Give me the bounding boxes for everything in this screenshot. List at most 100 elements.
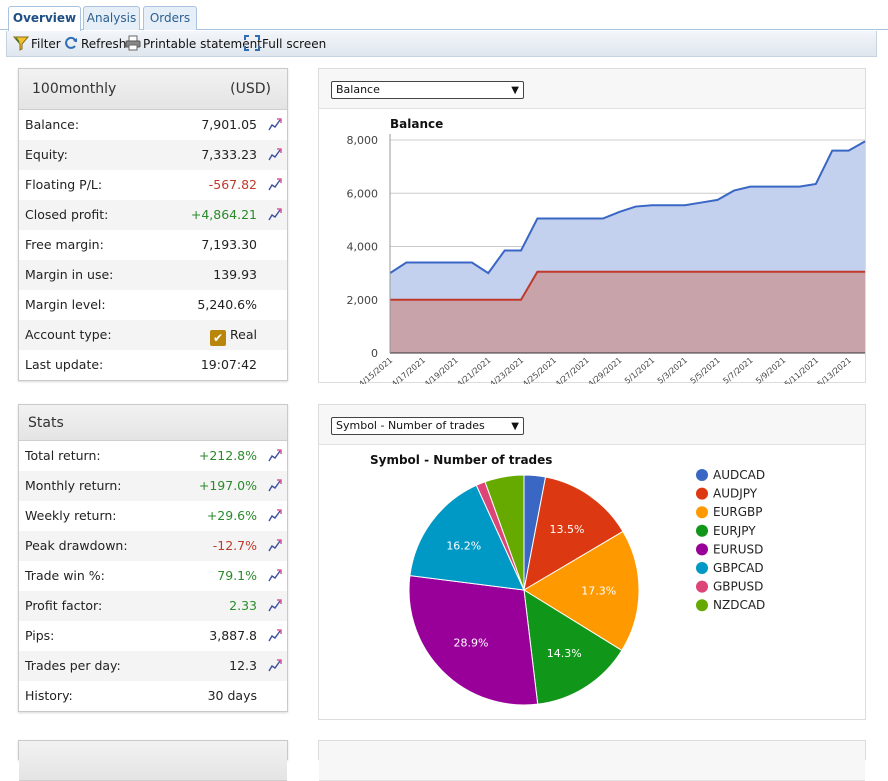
chart-icon[interactable] (268, 118, 282, 132)
checkbox-checked-icon: ✔ (210, 330, 227, 346)
stat-value: 139.93 (213, 267, 257, 282)
legend-label: EURUSD (713, 542, 763, 556)
chart-icon[interactable] (268, 539, 282, 553)
x-tick-label: 4/29/2021 (586, 356, 623, 384)
stat-value: 7,193.30 (201, 237, 257, 252)
stat-value: 7,901.05 (201, 117, 257, 132)
chart-icon[interactable] (268, 569, 282, 583)
chart-icon[interactable] (268, 599, 282, 613)
legend-swatch (696, 524, 708, 537)
chart-icon[interactable] (268, 509, 282, 523)
x-tick-label: 4/27/2021 (554, 356, 591, 384)
stat-value-text: Real (230, 327, 257, 342)
refresh-button[interactable]: Refresh (63, 35, 126, 53)
balance-chart-select[interactable]: Balance ▼ (331, 81, 524, 99)
stat-row: Trade win %: 79.1% (19, 561, 287, 591)
symbol-chart-select[interactable]: Symbol - Number of trades ▼ (331, 417, 524, 435)
stat-label: Margin level: (25, 297, 106, 312)
pie-data-label: 13.5% (550, 523, 585, 536)
stat-label: Monthly return: (25, 478, 122, 493)
stat-label: Weekly return: (25, 508, 117, 523)
symbol-chart-header: Symbol - Number of trades ▼ (319, 405, 865, 445)
tab-overview[interactable]: Overview (8, 6, 81, 31)
chart-icon[interactable] (268, 208, 282, 222)
next-panel-header (19, 741, 287, 781)
y-tick-label: 6,000 (347, 187, 379, 200)
stat-label: Floating P/L: (25, 177, 103, 192)
stat-row: Margin level: 5,240.6% (19, 290, 287, 320)
stat-label: Closed profit: (25, 207, 109, 222)
chart-icon[interactable] (268, 148, 282, 162)
x-tick-label: 5/1/2021 (623, 356, 656, 384)
pie-data-label: 28.9% (454, 637, 489, 650)
filter-label: Filter (31, 37, 61, 51)
stat-row: Balance: 7,901.05 (19, 110, 287, 140)
stat-label: Free margin: (25, 237, 104, 252)
legend-label: EURGBP (713, 505, 762, 519)
tab-orders[interactable]: Orders (143, 6, 197, 30)
stats-header: Stats (19, 405, 287, 441)
stat-row: Floating P/L: -567.82 (19, 170, 287, 200)
x-tick-label: 5/9/2021 (754, 356, 787, 384)
fullscreen-label: Full screen (262, 37, 327, 51)
chart-icon[interactable] (268, 629, 282, 643)
stat-row: Pips: 3,887.8 (19, 621, 287, 651)
chart-icon[interactable] (268, 178, 282, 192)
stat-label: Trades per day: (25, 658, 121, 673)
legend-swatch (696, 562, 708, 574)
x-tick-label: 5/11/2021 (783, 356, 820, 384)
pie-data-label: 14.3% (547, 647, 582, 660)
refresh-icon (65, 36, 77, 49)
y-tick-label: 4,000 (347, 241, 379, 254)
stats-rows: Total return: +212.8% Monthly return: +197.… (19, 441, 287, 711)
stat-label: Total return: (25, 448, 101, 463)
symbol-chart-panel: Symbol - Number of trades ▼ 13.5% 17.3% 14… (318, 404, 866, 720)
chart-icon[interactable] (268, 479, 282, 493)
legend-label: GBPCAD (713, 561, 764, 575)
account-header: 100monthly (USD) (19, 69, 287, 110)
balance-select-value: Balance (336, 83, 380, 96)
x-tick-label: 4/25/2021 (521, 356, 558, 384)
legend-swatch (696, 580, 708, 593)
stat-row: Peak drawdown: -12.7% (19, 531, 287, 561)
filter-button[interactable]: Filter (13, 35, 61, 53)
stat-row: History: 30 days (19, 681, 287, 711)
full-screen-button[interactable]: Full screen (244, 35, 326, 53)
stat-label: Account type: (25, 327, 112, 342)
stat-row: Margin in use: 139.93 (19, 260, 287, 290)
stat-value: +212.8% (198, 448, 257, 463)
x-tick-label: 5/13/2021 (816, 356, 853, 384)
legend-label: AUDCAD (713, 468, 765, 482)
stat-value: 79.1% (217, 568, 257, 583)
stat-label: Pips: (25, 628, 55, 643)
balance-chart: 02,0004,0006,0008,000Balance4/15/20214/1… (347, 117, 866, 384)
next-chart-panel (318, 740, 866, 781)
stat-row: Free margin: 7,193.30 (19, 230, 287, 260)
chart-icon[interactable] (268, 449, 282, 463)
legend-swatch (696, 506, 708, 519)
legend-label: GBPUSD (713, 580, 763, 594)
stat-row: Total return: +212.8% (19, 441, 287, 471)
stat-value: 2.33 (229, 598, 257, 613)
account-name: 100monthly (32, 81, 117, 97)
stat-value: 12.3 (229, 658, 257, 673)
stat-row: Equity: 7,333.23 (19, 140, 287, 170)
legend-label: AUDJPY (713, 487, 758, 501)
toolbar: Filter Refresh Printable statement Full … (6, 31, 877, 57)
legend-swatch (696, 469, 708, 481)
stats-panel: Stats Total return: +212.8% Monthly return… (18, 404, 288, 712)
stat-value: 19:07:42 (200, 357, 257, 372)
stat-value: -12.7% (212, 538, 257, 553)
chevron-down-icon: ▼ (511, 421, 519, 432)
chart-icon[interactable] (268, 659, 282, 673)
balance-chart-title: Balance (390, 117, 443, 131)
stat-label: History: (25, 688, 73, 703)
x-tick-label: 5/5/2021 (689, 356, 722, 384)
y-tick-label: 2,000 (347, 294, 379, 307)
stat-label: Trade win %: (25, 568, 105, 583)
stat-label: Margin in use: (25, 267, 114, 282)
tab-analysis[interactable]: Analysis (83, 6, 140, 30)
x-tick-label: 4/17/2021 (390, 356, 427, 384)
printable-statement-button[interactable]: Printable statement (125, 35, 262, 53)
stat-row: Account type: ✔ Real (19, 320, 287, 350)
